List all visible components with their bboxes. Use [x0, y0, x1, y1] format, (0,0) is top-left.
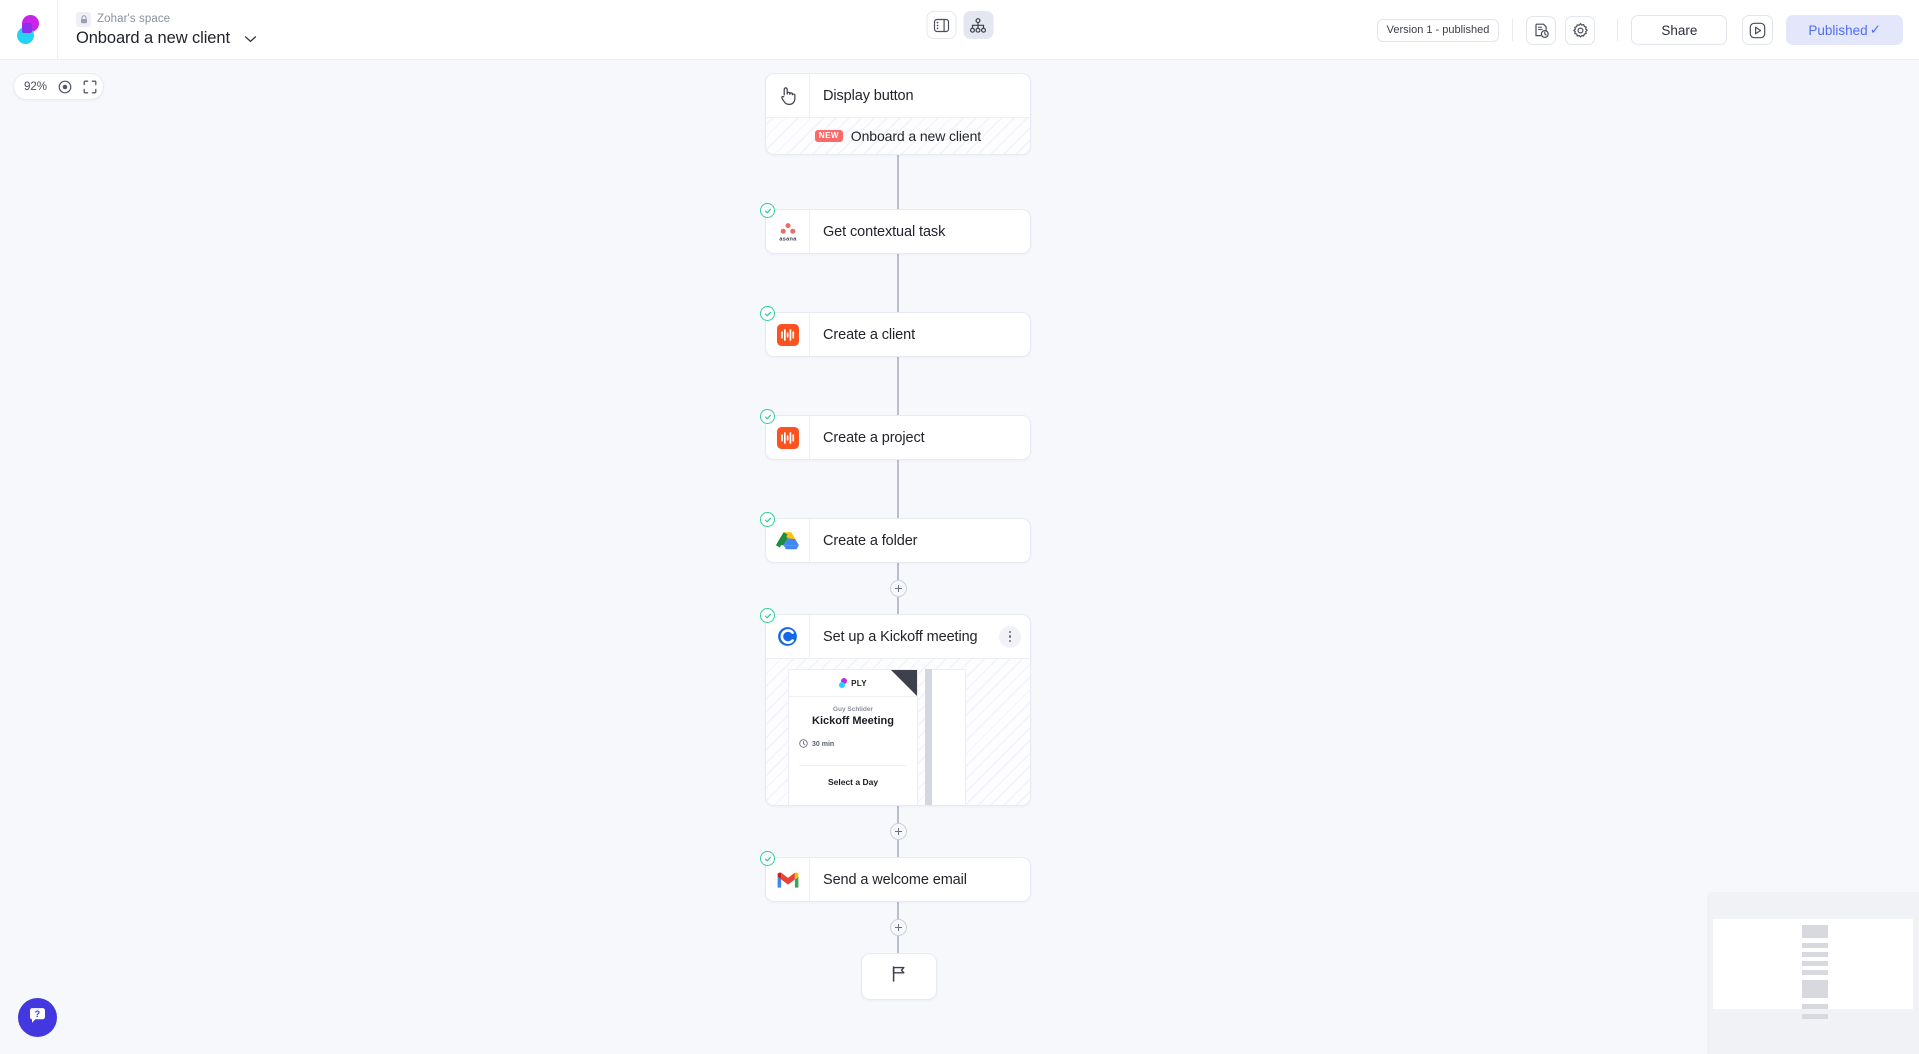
- zoom-level: 92%: [24, 80, 48, 93]
- gmail-icon: [766, 858, 810, 901]
- status-badge: [760, 608, 775, 623]
- flow-node-create-a-client[interactable]: Create a client: [760, 306, 1031, 357]
- ply-logo-icon: [16, 14, 42, 45]
- version-badge[interactable]: Version 1 - published: [1376, 18, 1500, 42]
- add-step-button[interactable]: [889, 919, 907, 936]
- node-header: asana Get contextual task: [766, 210, 1030, 253]
- status-badge: [760, 409, 775, 424]
- published-label: Published: [1808, 22, 1868, 38]
- divider: [799, 765, 907, 766]
- node-body-label: Onboard a new client: [850, 128, 982, 144]
- lock-icon: [76, 11, 91, 27]
- calendly-icon: [766, 615, 810, 658]
- check-icon: ✓: [1869, 22, 1881, 37]
- node-header: Create a project: [766, 416, 1030, 459]
- breadcrumb: Zohar's space Onboard a new client: [76, 11, 257, 48]
- space-name: Zohar's space: [97, 13, 171, 25]
- flow-graph: Display button NEW Onboard a new client: [760, 73, 1033, 1000]
- node-header: Create a client: [766, 313, 1030, 356]
- preview-brand-label: PLY: [851, 678, 867, 688]
- add-step-button[interactable]: [889, 580, 907, 597]
- fit-screen-icon[interactable]: [83, 80, 97, 94]
- node-title: Send a welcome email: [823, 871, 967, 888]
- flow-node-display-button[interactable]: Display button NEW Onboard a new client: [765, 73, 1031, 155]
- preview-duration: 30 min: [812, 740, 835, 748]
- app-logo[interactable]: [0, 0, 58, 60]
- flow-node-end[interactable]: [861, 953, 937, 1000]
- flow-node-create-a-folder[interactable]: Create a folder: [760, 512, 1031, 563]
- clock-icon: [799, 735, 808, 753]
- top-bar: Zohar's space Onboard a new client Versi…: [0, 0, 1919, 60]
- play-icon[interactable]: [1742, 15, 1774, 45]
- chevron-down-icon[interactable]: [244, 30, 257, 48]
- status-badge: [760, 306, 775, 321]
- connector: [765, 155, 1031, 209]
- flow-node-create-a-project[interactable]: Create a project: [760, 409, 1031, 460]
- node-header: Display button: [766, 74, 1030, 117]
- zoom-control: 92%: [13, 73, 105, 100]
- connector-with-add: [765, 563, 1031, 614]
- sidebar-panel-icon[interactable]: [926, 11, 956, 39]
- tap-cursor-icon: [766, 74, 810, 117]
- help-question-icon: ?: [27, 1005, 48, 1031]
- status-badge: [760, 203, 775, 218]
- published-button[interactable]: Published ✓: [1786, 15, 1903, 45]
- connector-with-add: [765, 806, 1031, 857]
- preview-host: Guy Schlider: [832, 706, 874, 713]
- gear-icon[interactable]: [1565, 15, 1596, 45]
- node-header: Send a welcome email: [766, 858, 1030, 901]
- flow-node-get-contextual-task[interactable]: asana Get contextual task: [760, 203, 1031, 254]
- minimap[interactable]: [1707, 892, 1919, 1054]
- help-button[interactable]: ?: [18, 998, 57, 1037]
- view-mode-toolbar: [926, 11, 993, 39]
- connector: [765, 254, 1031, 312]
- version-history-icon[interactable]: [1526, 15, 1557, 45]
- new-badge: NEW: [814, 130, 843, 142]
- center-target-icon[interactable]: [58, 80, 72, 94]
- node-header: Set up a Kickoff meeting: [766, 615, 1030, 658]
- node-title: Create a folder: [823, 532, 918, 549]
- flow-hierarchy-icon[interactable]: [963, 11, 993, 39]
- add-step-button[interactable]: [889, 823, 907, 840]
- node-preview-body: PLY Guy Schlider Kickoff Meeting 30 min …: [766, 658, 1030, 805]
- node-header: Create a folder: [766, 519, 1030, 562]
- page-title: Onboard a new client: [76, 29, 230, 47]
- preview-side-panel: [932, 669, 966, 805]
- divider: [1617, 19, 1619, 41]
- preview-scroll-strip: [925, 669, 932, 805]
- flow-node-set-up-kickoff-meeting[interactable]: Set up a Kickoff meeting PLY Guy Schlide…: [760, 608, 1031, 806]
- flow-canvas[interactable]: Display button NEW Onboard a new client: [0, 60, 1919, 1054]
- connector: [765, 460, 1031, 518]
- harvest-icon: [766, 313, 810, 356]
- flow-node-send-a-welcome-email[interactable]: Send a welcome email: [760, 851, 1031, 902]
- node-title: Create a project: [823, 429, 925, 446]
- preview-title: Kickoff Meeting: [812, 715, 894, 727]
- corner-ribbon: [891, 670, 917, 696]
- divider: [1512, 19, 1514, 41]
- google-drive-icon: [766, 519, 810, 562]
- connector: [765, 357, 1031, 415]
- svg-text:asana: asana: [779, 236, 797, 242]
- asana-icon: asana: [766, 210, 810, 253]
- node-body-hatched: NEW Onboard a new client: [766, 117, 1030, 154]
- node-title: Create a client: [823, 326, 915, 343]
- preview-select-day: Select a Day: [827, 777, 879, 787]
- flag-icon: [889, 964, 909, 989]
- harvest-icon: [766, 416, 810, 459]
- calendly-preview-card[interactable]: PLY Guy Schlider Kickoff Meeting 30 min …: [788, 669, 918, 805]
- connector-with-add: [765, 902, 1031, 953]
- kebab-menu-icon[interactable]: [999, 625, 1021, 648]
- status-badge: [760, 851, 775, 866]
- node-title: Display button: [823, 87, 914, 104]
- actions-toolbar: Version 1 - published Share Published ✓: [1376, 0, 1903, 60]
- status-badge: [760, 512, 775, 527]
- svg-text:?: ?: [35, 1009, 41, 1019]
- node-title: Get contextual task: [823, 223, 946, 240]
- share-button[interactable]: Share: [1631, 15, 1728, 45]
- node-title: Set up a Kickoff meeting: [823, 628, 978, 645]
- ply-logo-icon: [839, 677, 848, 689]
- minimap-nodes: [1707, 892, 1919, 1054]
